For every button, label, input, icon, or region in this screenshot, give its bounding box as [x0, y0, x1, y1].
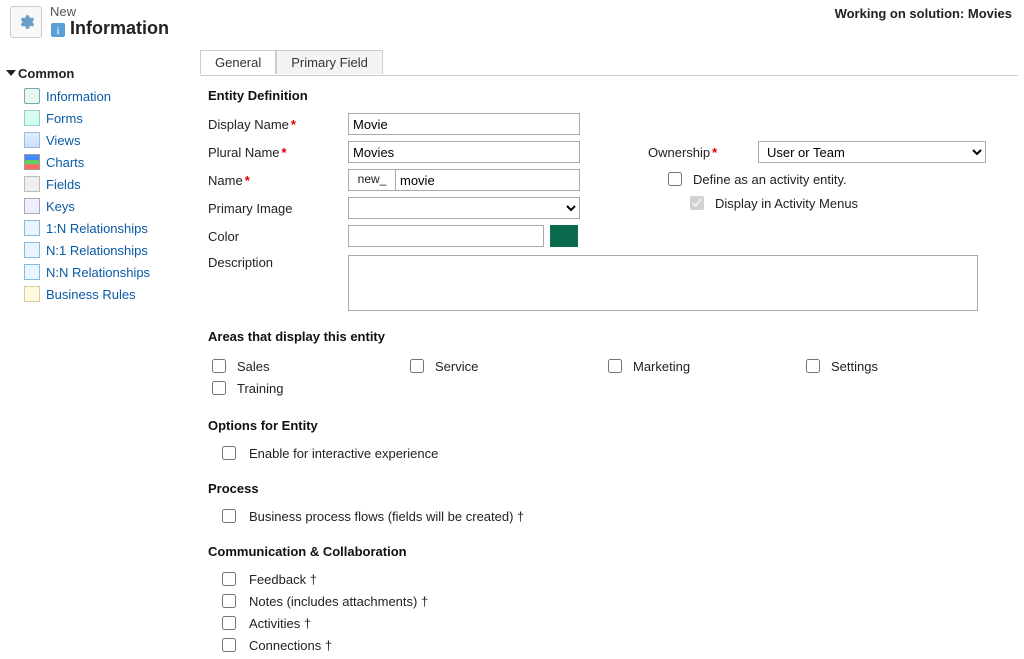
nav-item-label: Charts — [46, 155, 84, 170]
nav-item-label: 1:N Relationships — [46, 221, 148, 236]
area-training-checkbox[interactable] — [212, 381, 226, 395]
area-marketing-checkbox[interactable] — [608, 359, 622, 373]
nav-item-label: Keys — [46, 199, 75, 214]
display-activity-menus-label: Display in Activity Menus — [715, 196, 858, 211]
area-settings-label: Settings — [831, 359, 878, 374]
tab-general[interactable]: General — [200, 50, 276, 74]
charts-icon — [24, 154, 40, 170]
nav-item-label: N:N Relationships — [46, 265, 150, 280]
left-nav: Common Information Forms Views Charts Fi… — [0, 56, 195, 311]
keys-icon — [24, 198, 40, 214]
nav-item-label: Fields — [46, 177, 81, 192]
connections-checkbox[interactable] — [222, 638, 236, 652]
caret-down-icon — [6, 70, 16, 76]
area-marketing-label: Marketing — [633, 359, 690, 374]
plural-name-input[interactable] — [348, 141, 580, 163]
display-activity-menus-checkbox — [690, 196, 704, 210]
relationship-icon — [24, 264, 40, 280]
display-name-input[interactable] — [348, 113, 580, 135]
fields-icon — [24, 176, 40, 192]
color-label: Color — [208, 229, 348, 244]
forms-icon — [24, 110, 40, 126]
description-label: Description — [208, 255, 348, 270]
notes-checkbox[interactable] — [222, 594, 236, 608]
svg-text:i: i — [56, 25, 59, 37]
relationship-icon — [24, 220, 40, 236]
nav-item-forms[interactable]: Forms — [6, 107, 189, 129]
primary-image-select[interactable] — [348, 197, 580, 219]
ownership-select[interactable]: User or Team — [758, 141, 986, 163]
area-service-checkbox[interactable] — [410, 359, 424, 373]
notes-label: Notes (includes attachments) † — [249, 594, 428, 609]
feedback-label: Feedback † — [249, 572, 317, 587]
interactive-experience-checkbox[interactable] — [222, 446, 236, 460]
page-title: Information — [70, 18, 169, 39]
nav-item-keys[interactable]: Keys — [6, 195, 189, 217]
nav-item-nn-rel[interactable]: N:N Relationships — [6, 261, 189, 283]
area-sales-checkbox[interactable] — [212, 359, 226, 373]
main-panel[interactable]: Entity Definition Display Name* Plural N… — [200, 76, 1018, 659]
section-comm-collab: Communication & Collaboration — [208, 544, 1000, 559]
interactive-experience-label: Enable for interactive experience — [249, 446, 438, 461]
area-training-label: Training — [237, 381, 283, 396]
nav-item-fields[interactable]: Fields — [6, 173, 189, 195]
entity-gear-icon — [10, 6, 42, 38]
relationship-icon — [24, 242, 40, 258]
color-input[interactable] — [348, 225, 544, 247]
define-activity-label: Define as an activity entity. — [693, 172, 847, 187]
activities-label: Activities † — [249, 616, 311, 631]
section-areas: Areas that display this entity — [208, 329, 1000, 344]
views-icon — [24, 132, 40, 148]
nav-item-label: Forms — [46, 111, 83, 126]
section-entity-definition: Entity Definition — [208, 88, 1000, 103]
working-on-solution: Working on solution: Movies — [835, 6, 1012, 21]
new-label: New — [50, 4, 76, 19]
nav-item-n1-rel[interactable]: N:1 Relationships — [6, 239, 189, 261]
area-sales-label: Sales — [237, 359, 270, 374]
name-prefix: new_ — [348, 169, 396, 191]
bpf-checkbox[interactable] — [222, 509, 236, 523]
section-options: Options for Entity — [208, 418, 1000, 433]
nav-item-views[interactable]: Views — [6, 129, 189, 151]
define-activity-checkbox[interactable] — [668, 172, 682, 186]
tab-primary-field[interactable]: Primary Field — [276, 50, 383, 74]
nav-item-label: Views — [46, 133, 80, 148]
section-process: Process — [208, 481, 1000, 496]
ownership-label: Ownership* — [648, 145, 758, 160]
name-input[interactable] — [396, 169, 580, 191]
plural-name-label: Plural Name* — [208, 145, 348, 160]
nav-item-information[interactable]: Information — [6, 85, 189, 107]
nav-item-label: Information — [46, 89, 111, 104]
nav-item-1n-rel[interactable]: 1:N Relationships — [6, 217, 189, 239]
nav-item-label: Business Rules — [46, 287, 136, 302]
activities-checkbox[interactable] — [222, 616, 236, 630]
nav-item-charts[interactable]: Charts — [6, 151, 189, 173]
primary-image-label: Primary Image — [208, 201, 348, 216]
color-swatch[interactable] — [550, 225, 578, 247]
display-name-label: Display Name* — [208, 117, 348, 132]
nav-group-common[interactable]: Common — [8, 66, 189, 81]
description-textarea[interactable] — [348, 255, 978, 311]
nav-item-business-rules[interactable]: Business Rules — [6, 283, 189, 305]
nav-group-label: Common — [18, 66, 74, 81]
area-service-label: Service — [435, 359, 478, 374]
nav-item-label: N:1 Relationships — [46, 243, 148, 258]
bpf-label: Business process flows (fields will be c… — [249, 509, 524, 524]
business-rules-icon — [24, 286, 40, 302]
info-icon: i — [50, 22, 66, 38]
feedback-checkbox[interactable] — [222, 572, 236, 586]
information-icon — [24, 88, 40, 104]
tab-strip: GeneralPrimary Field — [200, 50, 1018, 76]
connections-label: Connections † — [249, 638, 332, 653]
name-label: Name* — [208, 173, 348, 188]
area-settings-checkbox[interactable] — [806, 359, 820, 373]
